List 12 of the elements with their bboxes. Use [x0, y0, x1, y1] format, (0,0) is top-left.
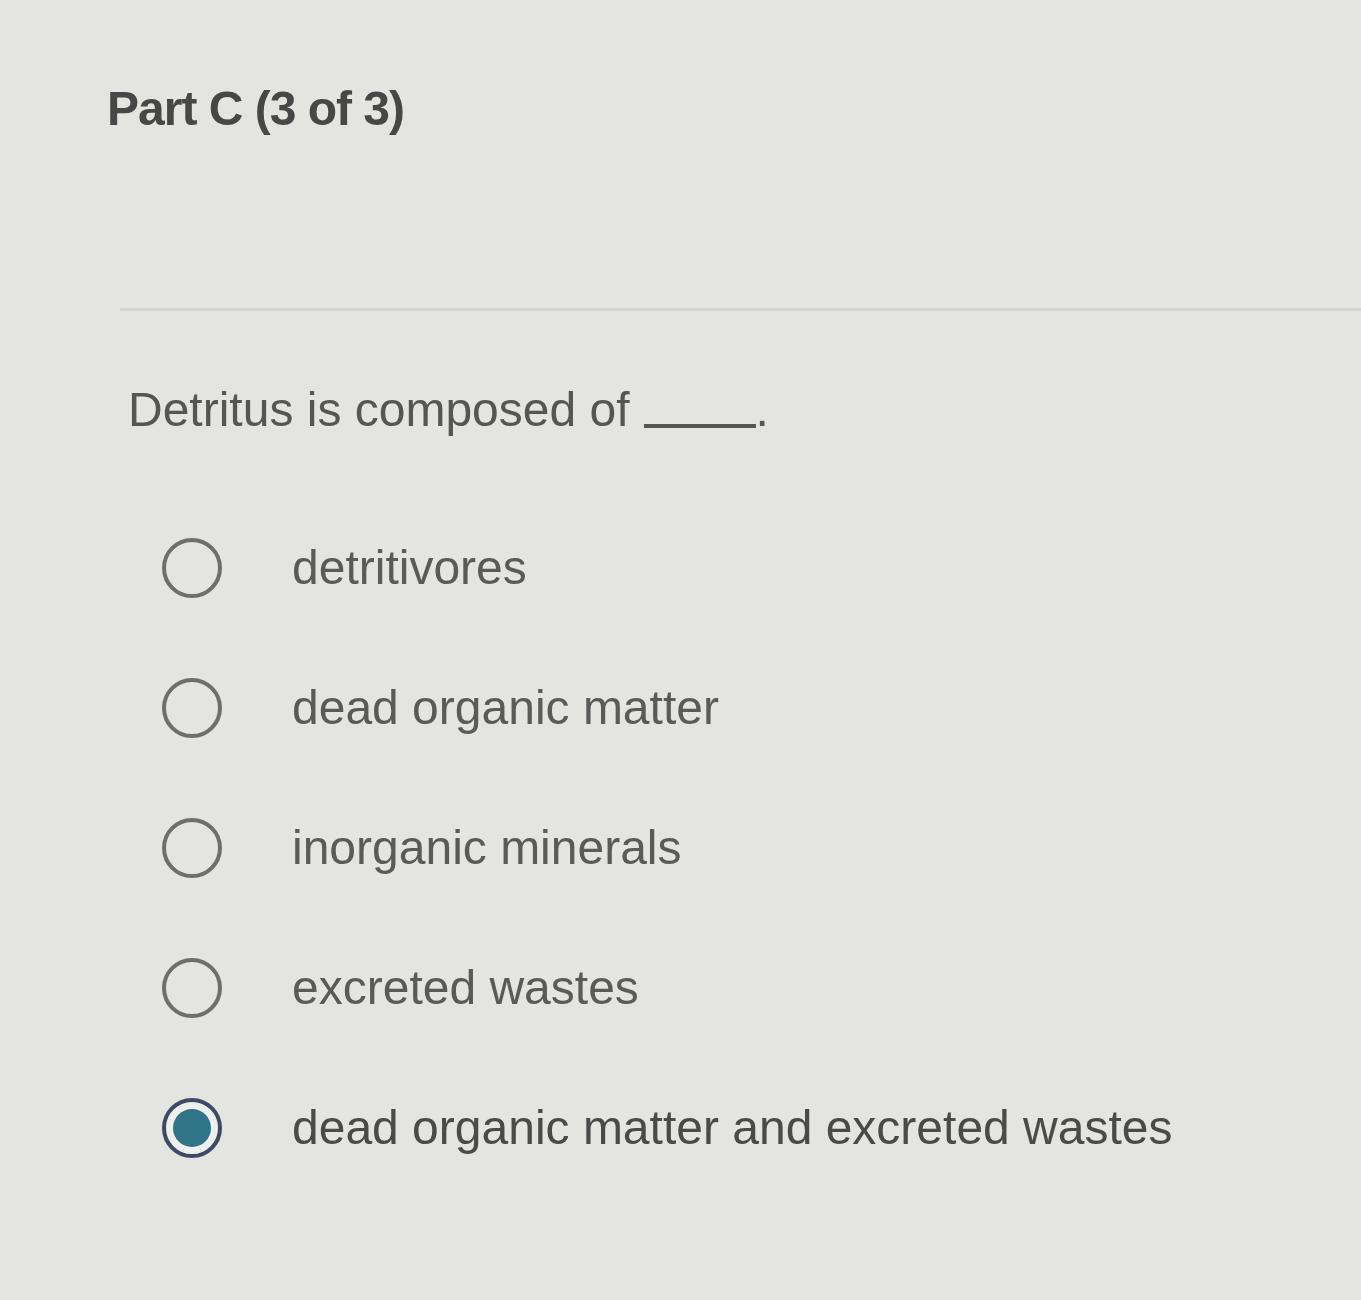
option-label[interactable]: detritivores: [292, 539, 527, 597]
radio-button[interactable]: [162, 678, 222, 739]
option-label[interactable]: excreted wastes: [292, 959, 639, 1017]
option-label[interactable]: dead organic matter and excreted wastes: [292, 1099, 1173, 1157]
question-text: Detritus is composed of: [128, 381, 630, 438]
option-label[interactable]: inorganic minerals: [292, 819, 682, 877]
punctuation-text: .: [755, 381, 769, 438]
part-title: Part C (3 of 3): [107, 81, 405, 137]
radio-button[interactable]: [162, 538, 222, 599]
radio-button[interactable]: [162, 818, 222, 879]
radio-button[interactable]: [162, 958, 222, 1019]
option-label[interactable]: dead organic matter: [292, 679, 719, 737]
